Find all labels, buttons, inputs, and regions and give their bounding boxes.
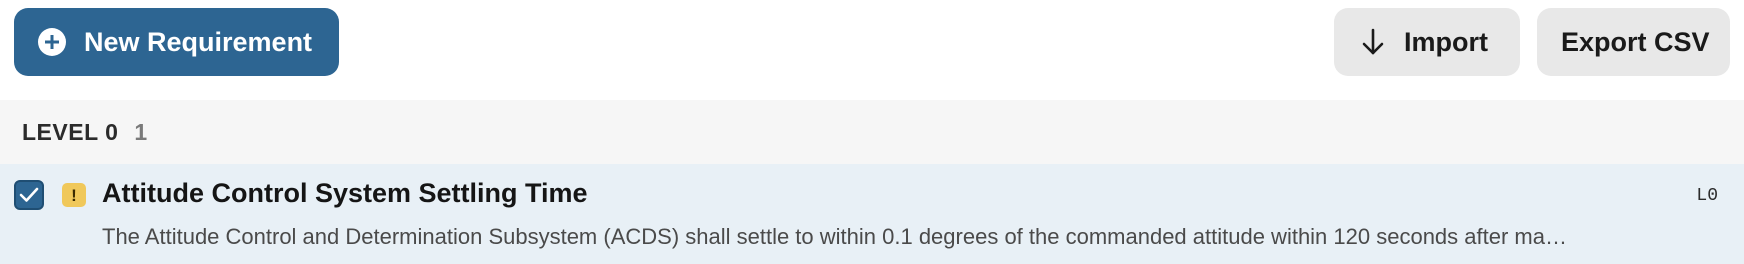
toolbar: New Requirement Import Export CSV bbox=[0, 0, 1744, 100]
arrow-down-icon bbox=[1362, 28, 1384, 55]
requirement-description: The Attitude Control and Determination S… bbox=[102, 224, 1567, 249]
new-requirement-button[interactable]: New Requirement bbox=[14, 8, 339, 76]
group-title: LEVEL 0 bbox=[22, 118, 119, 145]
requirement-title[interactable]: Attitude Control System Settling Time bbox=[102, 178, 588, 209]
warning-icon: ! bbox=[62, 183, 86, 207]
group-count: 1 bbox=[134, 118, 148, 145]
checkmark-icon bbox=[19, 187, 39, 202]
group-header-level-0[interactable]: LEVEL 0 1 bbox=[0, 100, 1744, 164]
requirement-level-badge: L0 bbox=[1696, 186, 1718, 206]
requirement-row[interactable]: ! Attitude Control System Settling Time … bbox=[0, 164, 1744, 264]
import-button[interactable]: Import bbox=[1334, 8, 1520, 76]
import-label: Import bbox=[1404, 26, 1488, 57]
export-csv-button[interactable]: Export CSV bbox=[1537, 8, 1730, 76]
export-csv-label: Export CSV bbox=[1561, 26, 1710, 57]
plus-circle-icon bbox=[38, 28, 66, 56]
new-requirement-label: New Requirement bbox=[84, 26, 313, 57]
row-checkbox[interactable] bbox=[14, 180, 44, 210]
